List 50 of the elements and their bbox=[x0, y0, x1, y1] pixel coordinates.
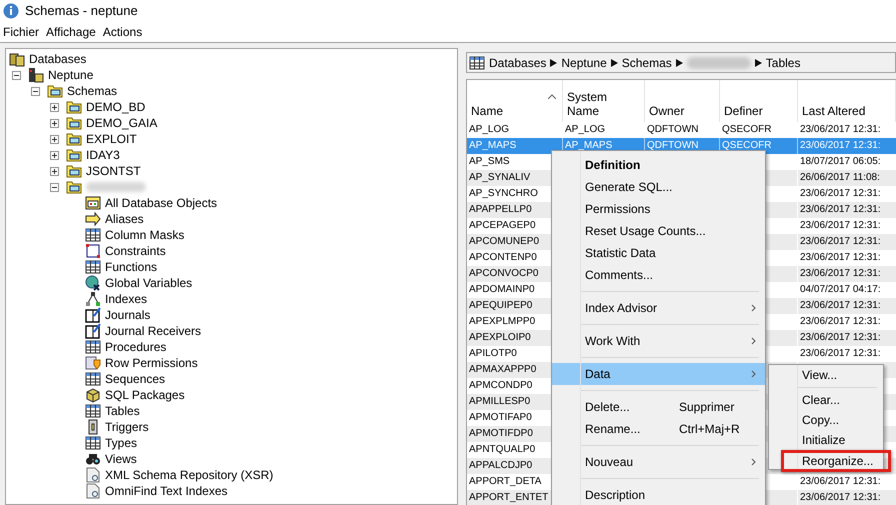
table-cell: AP_SYNALIV bbox=[469, 172, 530, 183]
window-title: Schemas - neptune bbox=[25, 2, 138, 20]
table-cell: 23/06/2017 12:31: bbox=[800, 140, 881, 151]
table-cell: QSECOFR bbox=[722, 140, 772, 151]
table-cell: APCEPAGEP0 bbox=[469, 220, 536, 231]
table-cell: APMOTIFAP0 bbox=[469, 412, 532, 423]
table-cell: AP_SYNCHRO bbox=[469, 188, 538, 199]
table-cell: 23/06/2017 12:31: bbox=[800, 492, 881, 503]
table-cell: AP_LOG bbox=[565, 124, 606, 135]
table-cell: APPORT_DETA bbox=[469, 476, 542, 487]
table-cell: AP_LOG bbox=[469, 124, 510, 135]
table-cell: QDFTOWN bbox=[647, 124, 698, 135]
table-cell: QDFTOWN bbox=[647, 140, 698, 151]
table-cell: AP_MAPS bbox=[565, 140, 612, 151]
table-cell: APEXPLOIP0 bbox=[469, 332, 531, 343]
table-cell: APMOTIFDP0 bbox=[469, 428, 533, 439]
shortcut-text: Supprimer bbox=[679, 399, 736, 416]
shortcut-text: Ctrl+Maj+R bbox=[679, 421, 741, 438]
table-cell: APDOMAINP0 bbox=[469, 284, 535, 295]
table-cell: APCONTENP0 bbox=[469, 252, 537, 263]
table-cell: APEQUIPEP0 bbox=[469, 300, 532, 311]
table-cell: APILOTP0 bbox=[469, 348, 517, 359]
table-cell: 23/06/2017 12:31: bbox=[800, 316, 881, 327]
table-cell: 23/06/2017 12:31: bbox=[800, 348, 881, 359]
table-cell: APEXPLMPP0 bbox=[469, 316, 536, 327]
table-cell: 23/06/2017 12:31: bbox=[800, 204, 881, 215]
table-cell: APPORT_ENTET bbox=[469, 492, 548, 503]
table-cell: 23/06/2017 12:31: bbox=[800, 268, 881, 279]
table-cell: APCONVOCP0 bbox=[469, 268, 538, 279]
table-cell: 04/07/2017 04:17: bbox=[800, 284, 881, 295]
table-cell: APPALCDJP0 bbox=[469, 460, 532, 471]
table-cell: 23/06/2017 12:31: bbox=[800, 476, 881, 487]
table-cell: 23/06/2017 12:31: bbox=[800, 220, 881, 231]
table-cell: 23/06/2017 12:31: bbox=[800, 124, 881, 135]
table-cell: AP_SMS bbox=[469, 156, 510, 167]
table-cell: 18/07/2017 06:05: bbox=[800, 156, 881, 167]
table-cell: 23/06/2017 12:31: bbox=[800, 332, 881, 343]
table-cell: APMILLESP0 bbox=[469, 396, 530, 407]
table-cell: 23/06/2017 12:31: bbox=[800, 252, 881, 263]
table-cell: AP_MAPS bbox=[469, 140, 516, 151]
table-cell: 23/06/2017 12:31: bbox=[800, 236, 881, 247]
table-cell: 23/06/2017 12:31: bbox=[800, 300, 881, 311]
table-cell: APMAXAPPP0 bbox=[469, 364, 536, 375]
table-cell: APMCONDP0 bbox=[469, 380, 532, 391]
table-cell: QSECOFR bbox=[722, 124, 772, 135]
table-cell: APAPPELLP0 bbox=[469, 204, 532, 215]
table-cell: APNTQUALP0 bbox=[469, 444, 536, 455]
table-cell: 23/06/2017 12:31: bbox=[800, 188, 881, 199]
table-cell: 26/06/2017 11:08: bbox=[800, 172, 880, 183]
table-cell: APCOMUNEP0 bbox=[469, 236, 540, 247]
